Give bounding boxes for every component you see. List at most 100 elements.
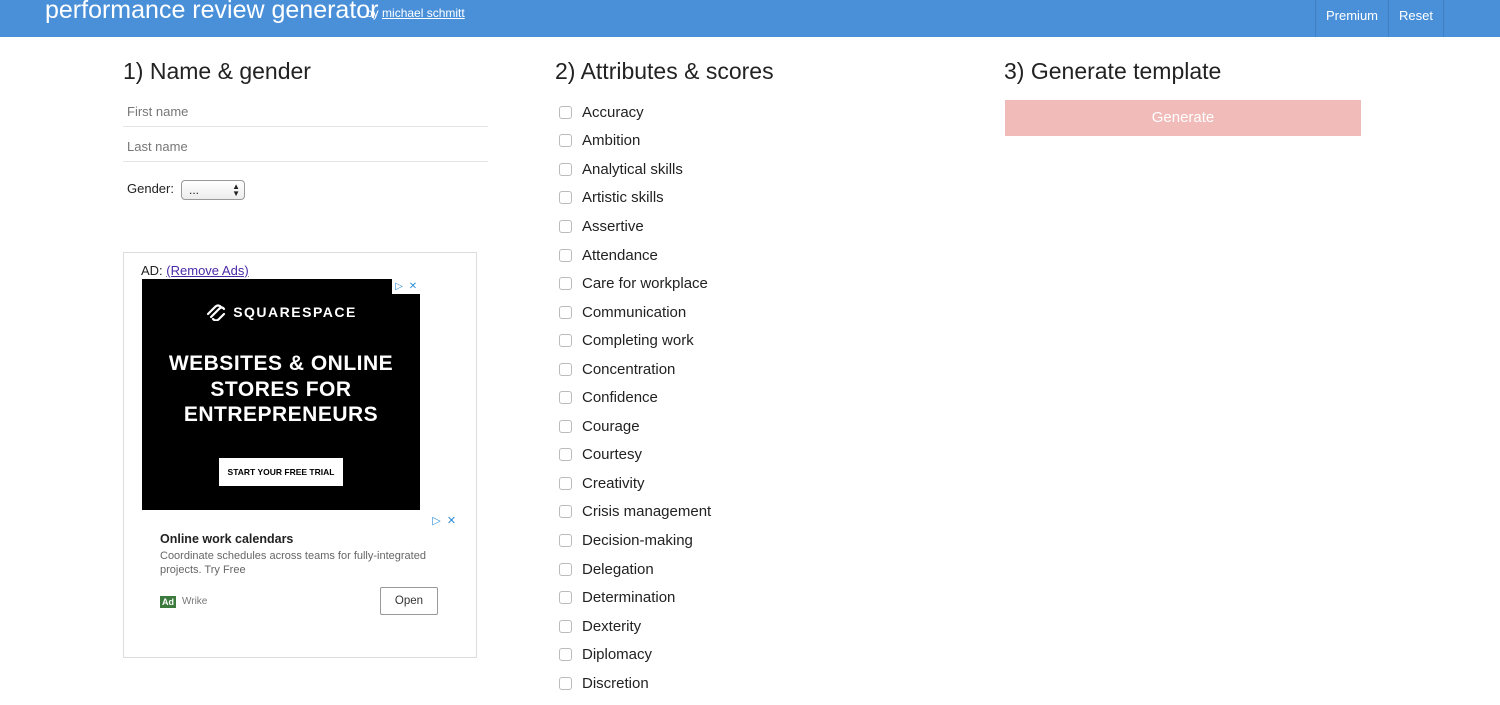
attribute-item[interactable]: Ambition <box>559 127 711 156</box>
ad-badge: Ad <box>160 596 176 608</box>
app-title[interactable]: performance review generator <box>45 0 379 25</box>
attribute-item[interactable]: Decision-making <box>559 526 711 555</box>
attribute-label[interactable]: Ambition <box>582 132 640 149</box>
attribute-label[interactable]: Accuracy <box>582 104 644 121</box>
attribute-label[interactable]: Assertive <box>582 218 644 235</box>
attribute-label[interactable]: Attendance <box>582 247 658 264</box>
attribute-item[interactable]: Delegation <box>559 555 711 584</box>
attribute-label[interactable]: Analytical skills <box>582 161 683 178</box>
ad-headline: WEBSITES & ONLINE STORES FOR ENTREPRENEU… <box>168 352 394 426</box>
attribute-checkbox[interactable] <box>559 505 572 519</box>
attribute-label[interactable]: Dexterity <box>582 618 641 635</box>
attribute-checkbox[interactable] <box>559 676 572 690</box>
attribute-checkbox[interactable] <box>559 648 572 662</box>
gender-value: ... <box>189 183 200 197</box>
attribute-checkbox[interactable] <box>559 334 572 348</box>
native-ad-description: Coordinate schedules across teams for fu… <box>160 550 426 576</box>
first-name-input[interactable] <box>123 97 488 127</box>
byline: by michael schmitt <box>366 6 465 20</box>
free-trial-button[interactable]: START YOUR FREE TRIAL <box>219 458 343 486</box>
attribute-label[interactable]: Delegation <box>582 561 654 578</box>
attribute-checkbox[interactable] <box>559 248 572 262</box>
attribute-item[interactable]: Care for workplace <box>559 269 711 298</box>
attribute-label[interactable]: Courtesy <box>582 446 642 463</box>
ad-close-icon[interactable]: ✕ <box>406 279 420 294</box>
attribute-label[interactable]: Creativity <box>582 475 645 492</box>
top-navbar: performance review generator by michael … <box>0 0 1500 37</box>
attribute-checkbox[interactable] <box>559 562 572 576</box>
byline-prefix: by <box>366 6 379 20</box>
remove-ads-link[interactable]: (Remove Ads) <box>166 263 248 278</box>
attribute-checkbox[interactable] <box>559 476 572 490</box>
gender-label: Gender: <box>127 181 174 196</box>
attribute-label[interactable]: Crisis management <box>582 503 711 520</box>
ad-choices[interactable]: ▷ ✕ <box>392 279 420 294</box>
attribute-checkbox[interactable] <box>559 162 572 176</box>
nav-right: Premium Reset <box>1315 0 1444 37</box>
attribute-item[interactable]: Concentration <box>559 355 711 384</box>
attribute-checkbox[interactable] <box>559 362 572 376</box>
attribute-item[interactable]: Confidence <box>559 383 711 412</box>
last-name-input[interactable] <box>123 132 488 162</box>
attribute-item[interactable]: Creativity <box>559 469 711 498</box>
attribute-checkbox[interactable] <box>559 391 572 405</box>
attribute-item[interactable]: Crisis management <box>559 498 711 527</box>
attribute-label[interactable]: Determination <box>582 589 675 606</box>
attribute-item[interactable]: Communication <box>559 298 711 327</box>
attribute-label[interactable]: Communication <box>582 304 686 321</box>
reset-link[interactable]: Reset <box>1389 0 1444 37</box>
native-ad-controls: ▷ ✕ <box>430 514 458 527</box>
attribute-item[interactable]: Attendance <box>559 241 711 270</box>
attribute-checkbox[interactable] <box>559 533 572 547</box>
ad-close-icon[interactable]: ✕ <box>445 514 458 527</box>
attribute-label[interactable]: Decision-making <box>582 532 693 549</box>
attribute-item[interactable]: Completing work <box>559 326 711 355</box>
attribute-checkbox[interactable] <box>559 191 572 205</box>
attribute-label[interactable]: Discretion <box>582 675 649 692</box>
attribute-label[interactable]: Courage <box>582 418 640 435</box>
attribute-checkbox[interactable] <box>559 277 572 291</box>
attribute-label[interactable]: Completing work <box>582 332 694 349</box>
ad-choices-icon[interactable]: ▷ <box>430 514 443 527</box>
squarespace-logo-icon <box>207 304 226 321</box>
attribute-checkbox[interactable] <box>559 419 572 433</box>
generate-button[interactable]: Generate <box>1005 100 1361 136</box>
attribute-label[interactable]: Concentration <box>582 361 675 378</box>
attribute-checkbox[interactable] <box>559 134 572 148</box>
attribute-checkbox[interactable] <box>559 448 572 462</box>
attribute-item[interactable]: Accuracy <box>559 98 711 127</box>
attribute-checkbox[interactable] <box>559 105 572 119</box>
ad-label: AD: (Remove Ads) <box>141 263 249 278</box>
attribute-item[interactable]: Artistic skills <box>559 184 711 213</box>
attribute-item[interactable]: Diplomacy <box>559 640 711 669</box>
squarespace-wordmark: SQUARESPACE <box>233 304 357 320</box>
ad-choices-icon[interactable]: ▷ <box>392 279 406 294</box>
step1-title: 1) Name & gender <box>123 58 311 84</box>
advertiser-name: Wrike <box>182 596 208 607</box>
attribute-label[interactable]: Care for workplace <box>582 275 708 292</box>
attribute-item[interactable]: Assertive <box>559 212 711 241</box>
ad-label-prefix: AD: <box>141 263 163 278</box>
author-link[interactable]: michael schmitt <box>382 6 465 20</box>
gender-select[interactable]: ... ▲ ▼ <box>181 180 245 200</box>
open-ad-button[interactable]: Open <box>380 587 438 615</box>
select-arrows-icon: ▲ ▼ <box>232 182 240 198</box>
attribute-item[interactable]: Analytical skills <box>559 155 711 184</box>
attribute-item[interactable]: Discretion <box>559 669 711 698</box>
attribute-label[interactable]: Diplomacy <box>582 646 652 663</box>
squarespace-banner-ad[interactable]: ▷ ✕ SQUARESPACE WEBSITES & ONLINE STORES… <box>142 279 420 510</box>
attribute-item[interactable]: Courage <box>559 412 711 441</box>
step2-title: 2) Attributes & scores <box>555 58 774 84</box>
premium-link[interactable]: Premium <box>1316 0 1390 37</box>
attribute-checkbox[interactable] <box>559 305 572 319</box>
step3-title: 3) Generate template <box>1004 58 1222 84</box>
attribute-label[interactable]: Artistic skills <box>582 189 664 206</box>
attribute-checkbox[interactable] <box>559 219 572 233</box>
native-ad-title[interactable]: Online work calendars <box>160 532 293 546</box>
attribute-item[interactable]: Determination <box>559 583 711 612</box>
attribute-checkbox[interactable] <box>559 591 572 605</box>
attribute-label[interactable]: Confidence <box>582 389 658 406</box>
attribute-item[interactable]: Courtesy <box>559 441 711 470</box>
attribute-item[interactable]: Dexterity <box>559 612 711 641</box>
attribute-checkbox[interactable] <box>559 619 572 633</box>
